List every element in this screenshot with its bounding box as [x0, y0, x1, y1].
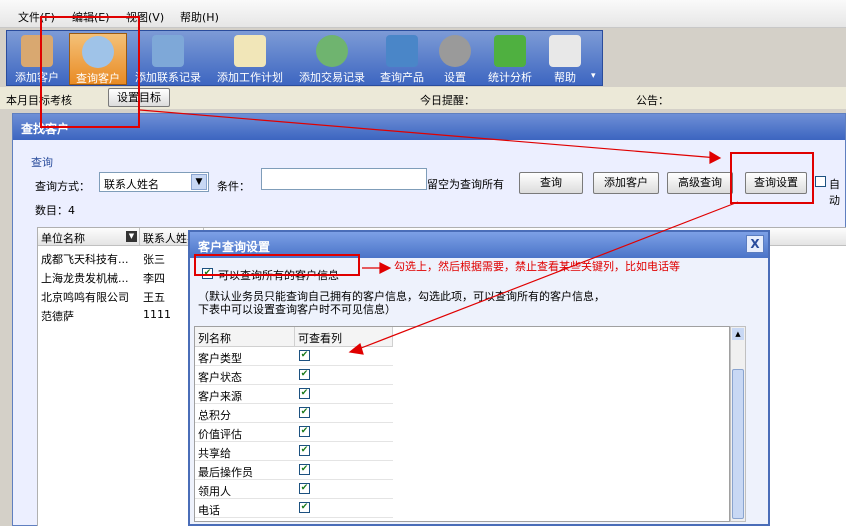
arrow-head	[709, 150, 722, 164]
annotation-arrows	[139, 109, 739, 355]
arrow-line	[355, 201, 739, 351]
arrow-head	[379, 262, 392, 274]
arrow-head	[348, 342, 364, 355]
arrow-line	[139, 109, 719, 159]
